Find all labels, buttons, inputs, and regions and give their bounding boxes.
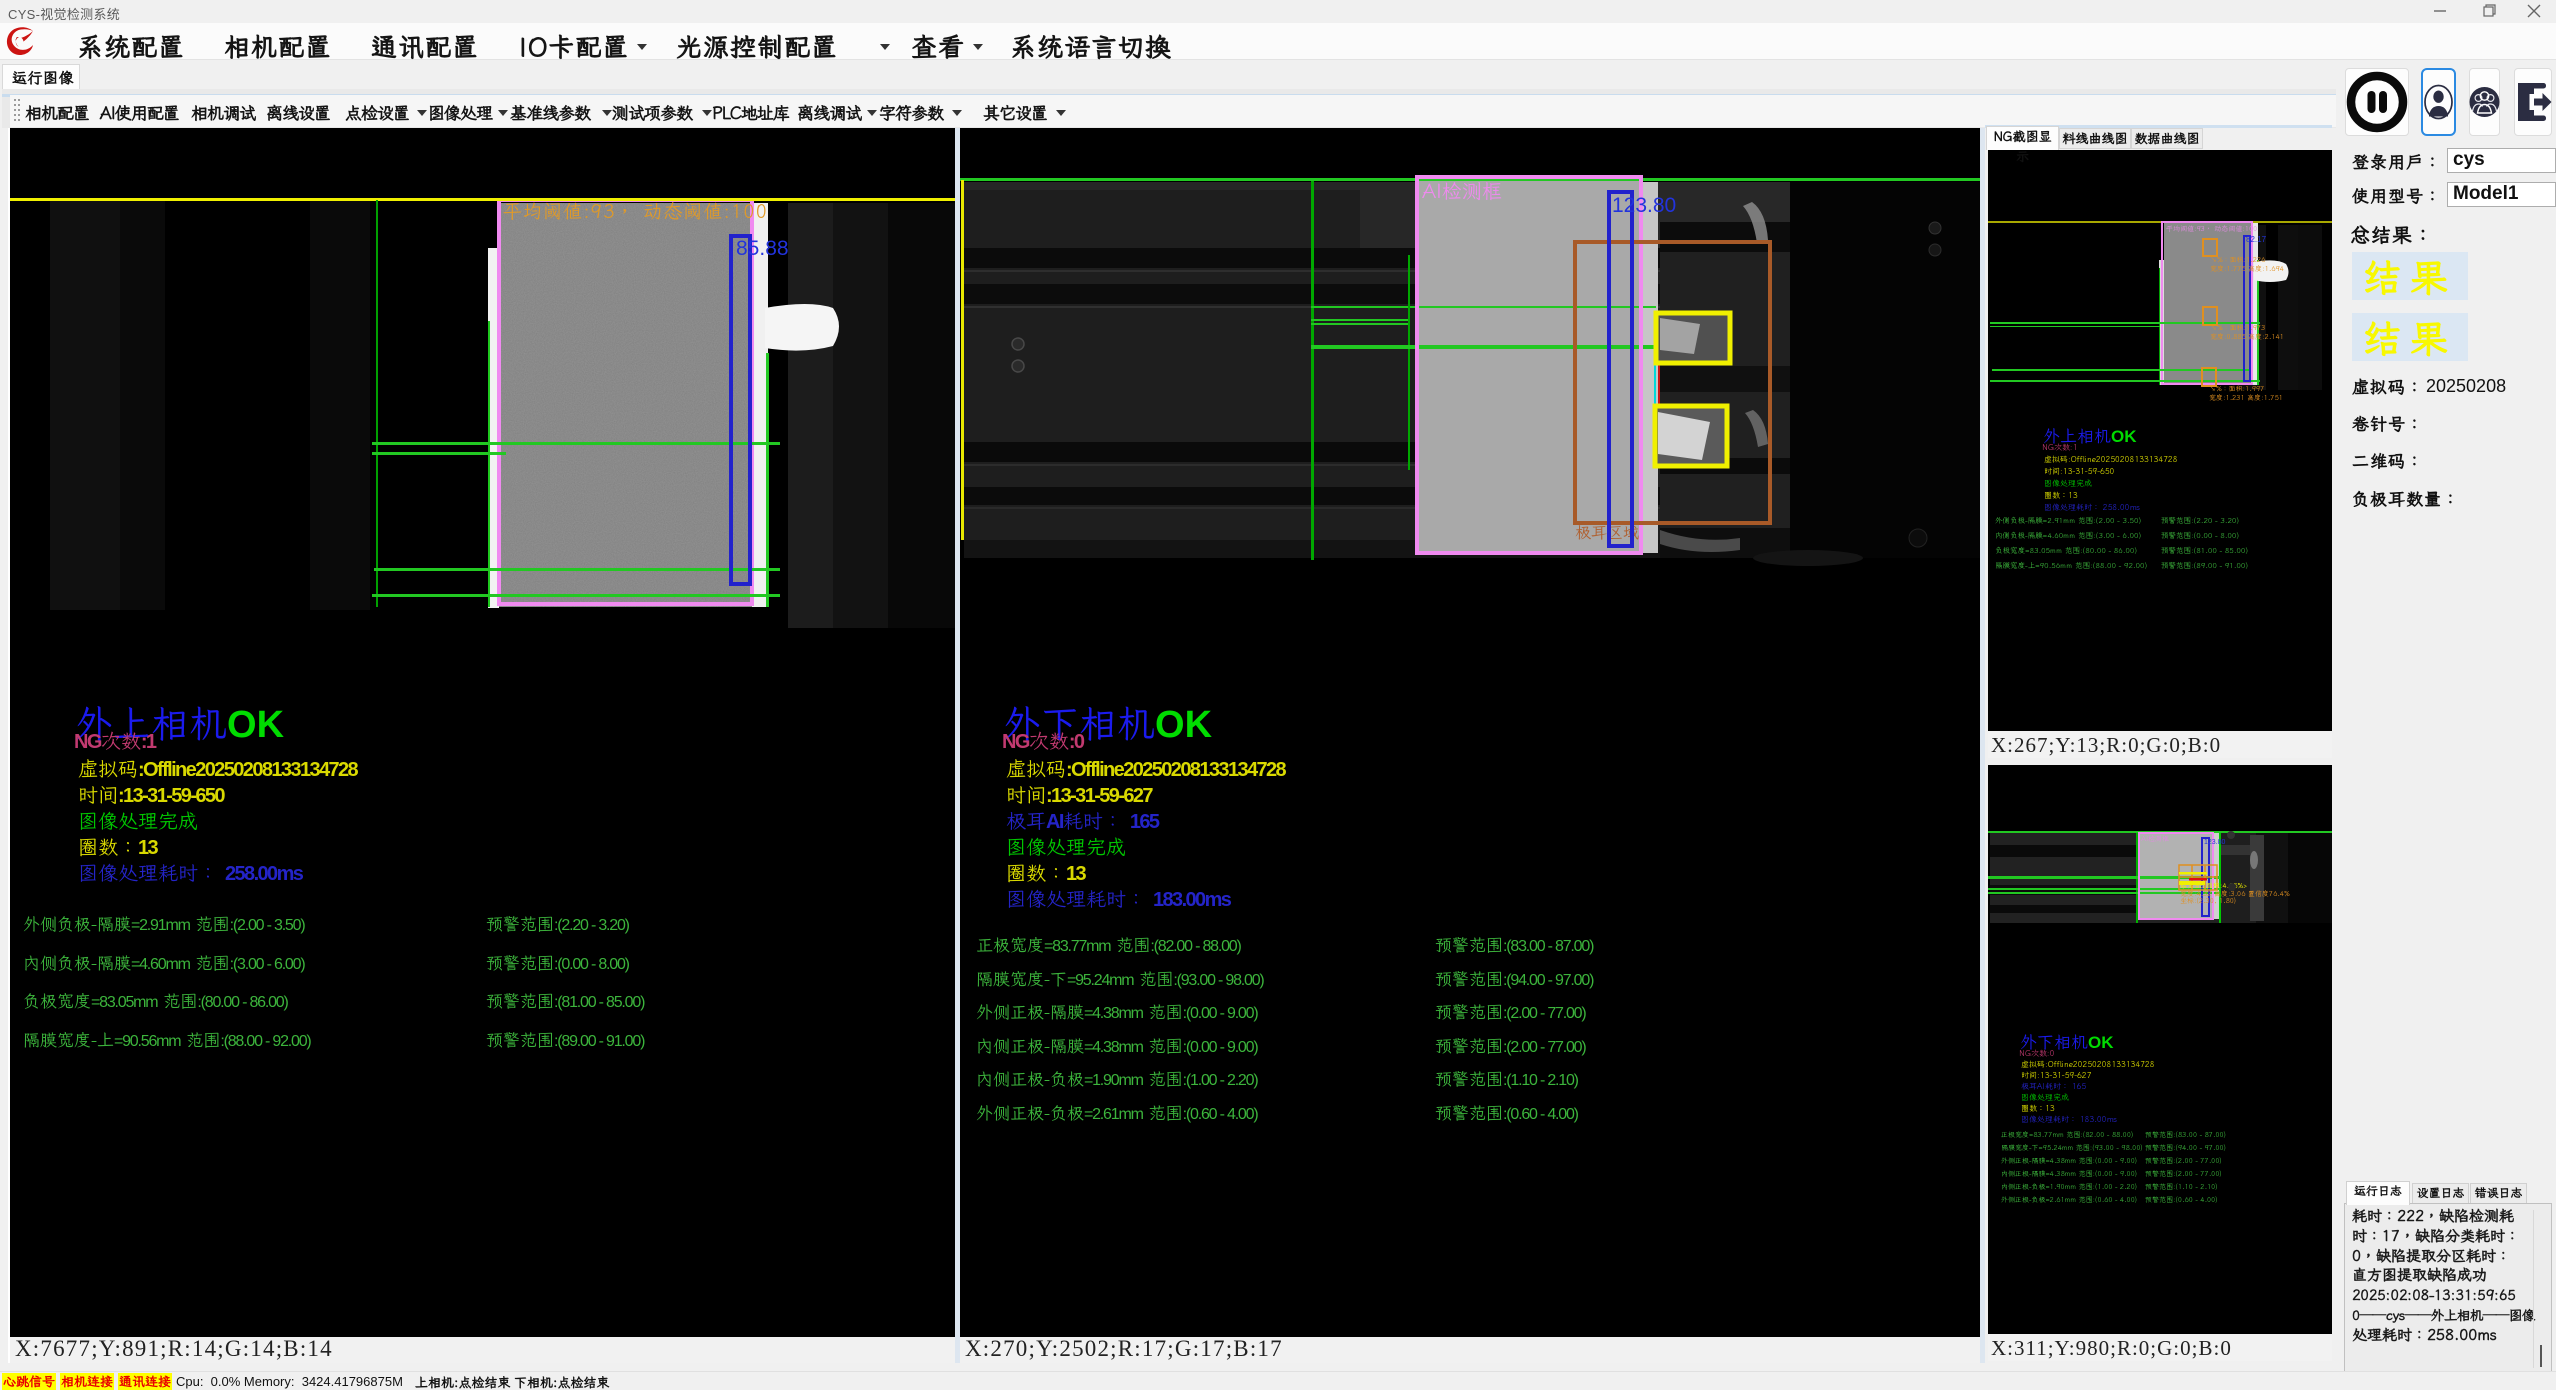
svg-text:时间:13-31-59-650: 时间:13-31-59-650 <box>2044 467 2114 477</box>
svg-text:预警范围:(0.60 - 4.00): 预警范围:(0.60 - 4.00) <box>2145 1195 2218 1204</box>
svg-text:预警范围:(89.00 - 91.00): 预警范围:(89.00 - 91.00) <box>2161 561 2248 571</box>
svg-text:AI检测框: AI检测框 <box>2141 834 2169 843</box>
svg-text:图像处理耗时： 258.00ms: 图像处理耗时： 258.00ms <box>2044 503 2140 513</box>
svg-text:内侧正极-负极=1.90mm 范围:(1.00 - 2.20: 内侧正极-负极=1.90mm 范围:(1.00 - 2.20) <box>2001 1182 2137 1191</box>
svg-text:内侧正极-隔膜=4.38mm 范围:(0.00 - 9.00: 内侧正极-隔膜=4.38mm 范围:(0.00 - 9.00) <box>2001 1169 2137 1178</box>
svg-text:时间:13-31-59-627: 时间:13-31-59-627 <box>2021 1071 2091 1081</box>
svg-text:NG次数:0: NG次数:0 <box>2019 1049 2055 1059</box>
svg-text:123.80: 123.80 <box>1612 194 1676 217</box>
svg-text:平均阈值:93， 动态阈值:100: 平均阈值:93， 动态阈值:100 <box>503 199 768 224</box>
svg-text:预警范围:(2.00 - 77.00): 预警范围:(2.00 - 77.00) <box>2145 1156 2222 1165</box>
svg-text:宽度:0.885 高度:2.141: 宽度:0.885 高度:2.141 <box>2210 332 2284 341</box>
svg-text:平均阈值:93， 动态阈值:100: 平均阈值:93， 动态阈值:100 <box>2166 224 2257 233</box>
svg-text:AI检测框: AI检测框 <box>1422 177 1502 204</box>
svg-text:虚拟码:Offline20250208133134728: 虚拟码:Offline20250208133134728 <box>2044 455 2178 465</box>
svg-text:↘%：面积:1.973: ↘%：面积:1.973 <box>2210 323 2265 332</box>
svg-text:85.88: 85.88 <box>736 237 789 260</box>
svg-text:预警范围:(1.10 - 2.10): 预警范围:(1.10 - 2.10) <box>2145 1182 2218 1191</box>
svg-text:负极宽度=83.05mm 范围:(80.00 - 86.00: 负极宽度=83.05mm 范围:(80.00 - 86.00) <box>1995 546 2137 556</box>
svg-text:宽度:1.231 高度:1.751: 宽度:1.231 高度:1.751 <box>2209 393 2283 402</box>
svg-text:↘%：面积:1.226: ↘%：面积:1.226 <box>2210 255 2265 264</box>
svg-text:虚拟码:Offline20250208133134728: 虚拟码:Offline20250208133134728 <box>2021 1060 2155 1070</box>
svg-text:圈数：13: 圈数：13 <box>2021 1104 2055 1114</box>
svg-text:82.17: 82.17 <box>2246 235 2267 244</box>
svg-text:外侧正极-负极=2.61mm 范围:(0.60 - 4.00: 外侧正极-负极=2.61mm 范围:(0.60 - 4.00) <box>2001 1195 2137 1204</box>
svg-text:图像处理完成: 图像处理完成 <box>2021 1093 2069 1103</box>
svg-text:圈数：13: 圈数：13 <box>2044 491 2078 501</box>
svg-text:↘%：面积:1.997: ↘%：面积:1.997 <box>2209 384 2264 393</box>
svg-text:宽度:1.775 高度:1.694: 宽度:1.775 高度:1.694 <box>2210 264 2284 273</box>
svg-text:坐标:(2.30, 1.80): 坐标:(2.30, 1.80) <box>2180 896 2236 905</box>
svg-text:预警范围:(2.00 - 77.00): 预警范围:(2.00 - 77.00) <box>2145 1169 2222 1178</box>
svg-text:内侧负极-隔膜=4.60mm 范围:(3.00 - 6.00: 内侧负极-隔膜=4.60mm 范围:(3.00 - 6.00) <box>1995 531 2141 541</box>
svg-text:NG次数:1: NG次数:1 <box>2042 443 2078 453</box>
svg-text:预警范围:(83.00 - 87.00): 预警范围:(83.00 - 87.00) <box>2145 1130 2226 1139</box>
svg-text:极耳AI耗时： 165: 极耳AI耗时： 165 <box>2021 1082 2086 1092</box>
svg-text:外侧负极-隔膜=2.91mm 范围:(2.00 - 3.50: 外侧负极-隔膜=2.91mm 范围:(2.00 - 3.50) <box>1995 516 2141 526</box>
svg-text:预警范围:(94.00 - 97.00): 预警范围:(94.00 - 97.00) <box>2145 1143 2226 1152</box>
svg-text:预警范围:(81.00 - 85.00): 预警范围:(81.00 - 85.00) <box>2161 546 2248 556</box>
svg-text:正极宽度=83.77mm 范围:(82.00 - 88.00: 正极宽度=83.77mm 范围:(82.00 - 88.00) <box>2000 1130 2134 1139</box>
svg-text:图像处理耗时： 183.00ms: 图像处理耗时： 183.00ms <box>2021 1115 2117 1125</box>
svg-text:图像处理完成: 图像处理完成 <box>2044 479 2092 489</box>
svg-text:隔膜宽度-下=95.24mm 范围:(93.00 - 98.: 隔膜宽度-下=95.24mm 范围:(93.00 - 98.00) <box>2001 1143 2143 1152</box>
svg-text:预警范围:(2.20 - 3.20): 预警范围:(2.20 - 3.20) <box>2161 516 2239 526</box>
svg-text:预警范围:(0.00 - 8.00): 预警范围:(0.00 - 8.00) <box>2161 531 2239 541</box>
svg-text:外侧正极-隔膜=4.38mm 范围:(0.00 - 9.00: 外侧正极-隔膜=4.38mm 范围:(0.00 - 9.00) <box>2001 1156 2137 1165</box>
svg-text:隔膜宽度-上=90.56mm 范围:(88.00 - 92.: 隔膜宽度-上=90.56mm 范围:(88.00 - 92.00) <box>1995 561 2147 571</box>
svg-text:123.80: 123.80 <box>2204 839 2226 846</box>
